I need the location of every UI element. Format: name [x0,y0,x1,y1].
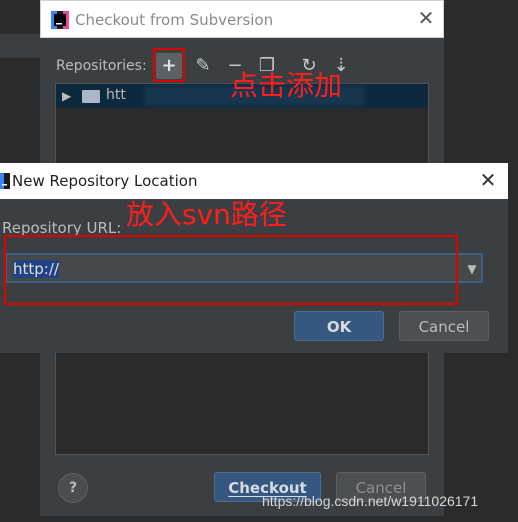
annotation-path-note: 放入svn路径 [126,198,287,231]
intellij-icon [0,173,10,189]
close-icon[interactable]: ✕ [416,8,436,28]
new-repository-title: New Repository Location [12,172,198,190]
edit-icon[interactable]: ✎ [190,53,216,79]
annotation-add-note: 点击添加 [230,69,343,102]
folder-icon [82,90,100,103]
annotation-highlight-add [153,48,185,82]
help-button[interactable]: ? [58,473,88,503]
repositories-label: Repositories: [56,58,147,74]
close-icon[interactable]: ✕ [478,170,498,190]
checkout-dialog-title: Checkout from Subversion [75,11,274,29]
tree-row-label: htt [106,87,126,103]
intellij-icon [51,11,69,29]
background-toolbar-stripe [0,34,40,58]
chevron-down-icon[interactable]: ▼ [463,261,481,277]
new-repository-dialog: New Repository Location ✕ Repository URL… [0,163,508,353]
watermark: https://blog.csdn.net/w1911026171 [262,493,479,509]
expand-arrow-icon[interactable]: ▶ [62,89,71,103]
cancel-button[interactable]: Cancel [399,311,489,341]
annotation-highlight-url [4,235,458,305]
ok-button[interactable]: OK [294,311,384,341]
checkout-dialog-titlebar: Checkout from Subversion ✕ [40,0,444,38]
